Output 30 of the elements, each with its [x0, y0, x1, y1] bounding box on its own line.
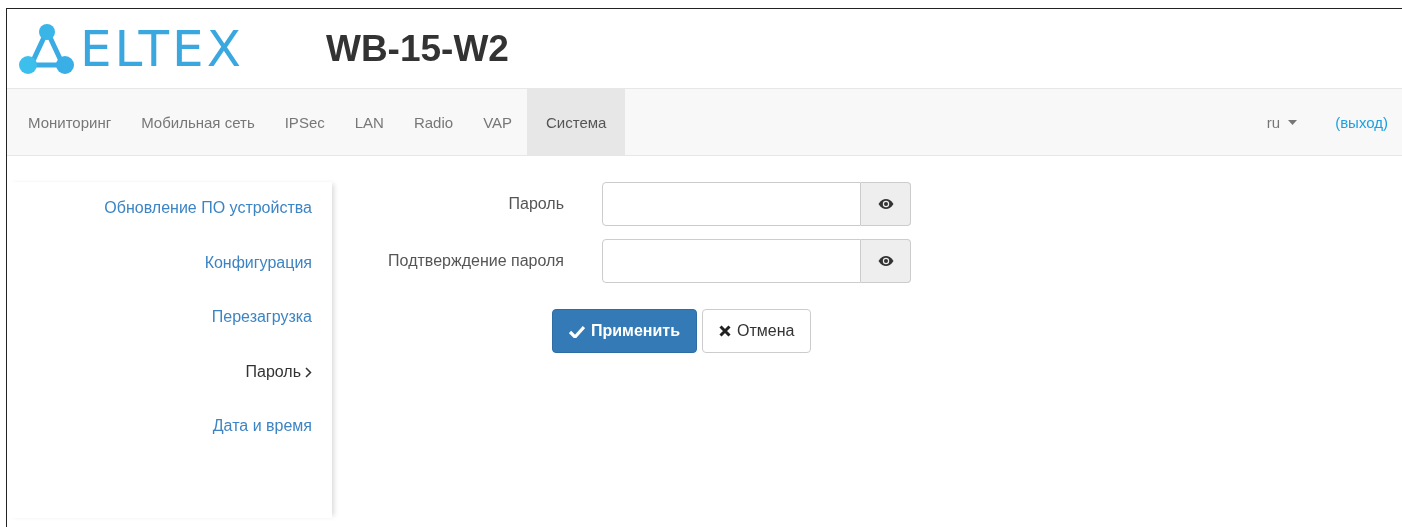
- nav-tab[interactable]: VAP: [468, 89, 528, 155]
- cancel-button[interactable]: Отмена: [702, 309, 812, 353]
- logo-icon: [18, 22, 76, 75]
- sidebar-item[interactable]: Пароль: [245, 362, 332, 417]
- nav-tab[interactable]: LAN: [339, 89, 399, 155]
- language-dropdown[interactable]: ru: [1266, 113, 1298, 131]
- logout-link[interactable]: (выход): [1335, 113, 1388, 131]
- check-icon: [569, 324, 585, 338]
- password-field[interactable]: [602, 182, 861, 226]
- eye-icon: [877, 256, 894, 266]
- logo-text: ELTEX: [80, 23, 244, 74]
- sidebar-item[interactable]: Перезагрузка: [211, 308, 332, 363]
- show-password-button[interactable]: [861, 182, 911, 226]
- show-password-button[interactable]: [861, 239, 911, 283]
- sidebar-item[interactable]: Обновление ПО устройства: [104, 199, 332, 254]
- sidebar-item[interactable]: Конфигурация: [204, 253, 332, 308]
- eye-icon: [877, 199, 894, 209]
- apply-button[interactable]: Применить: [552, 309, 697, 353]
- nav-tab[interactable]: Система: [527, 89, 626, 155]
- field-label: Подтверждение пароля: [387, 252, 565, 270]
- nav-tab[interactable]: Мобильная сеть: [126, 89, 270, 155]
- nav-tab[interactable]: Мониторинг: [13, 89, 127, 155]
- password-field[interactable]: [602, 239, 861, 283]
- nav-tab[interactable]: IPSec: [269, 89, 340, 155]
- device-title: WB-15-W2: [325, 27, 509, 70]
- close-icon: [719, 325, 731, 337]
- sidebar-item[interactable]: Дата и время: [212, 417, 332, 472]
- nav-tab[interactable]: Radio: [398, 89, 469, 155]
- caret-icon: [1288, 119, 1298, 125]
- field-label: Пароль: [507, 195, 565, 213]
